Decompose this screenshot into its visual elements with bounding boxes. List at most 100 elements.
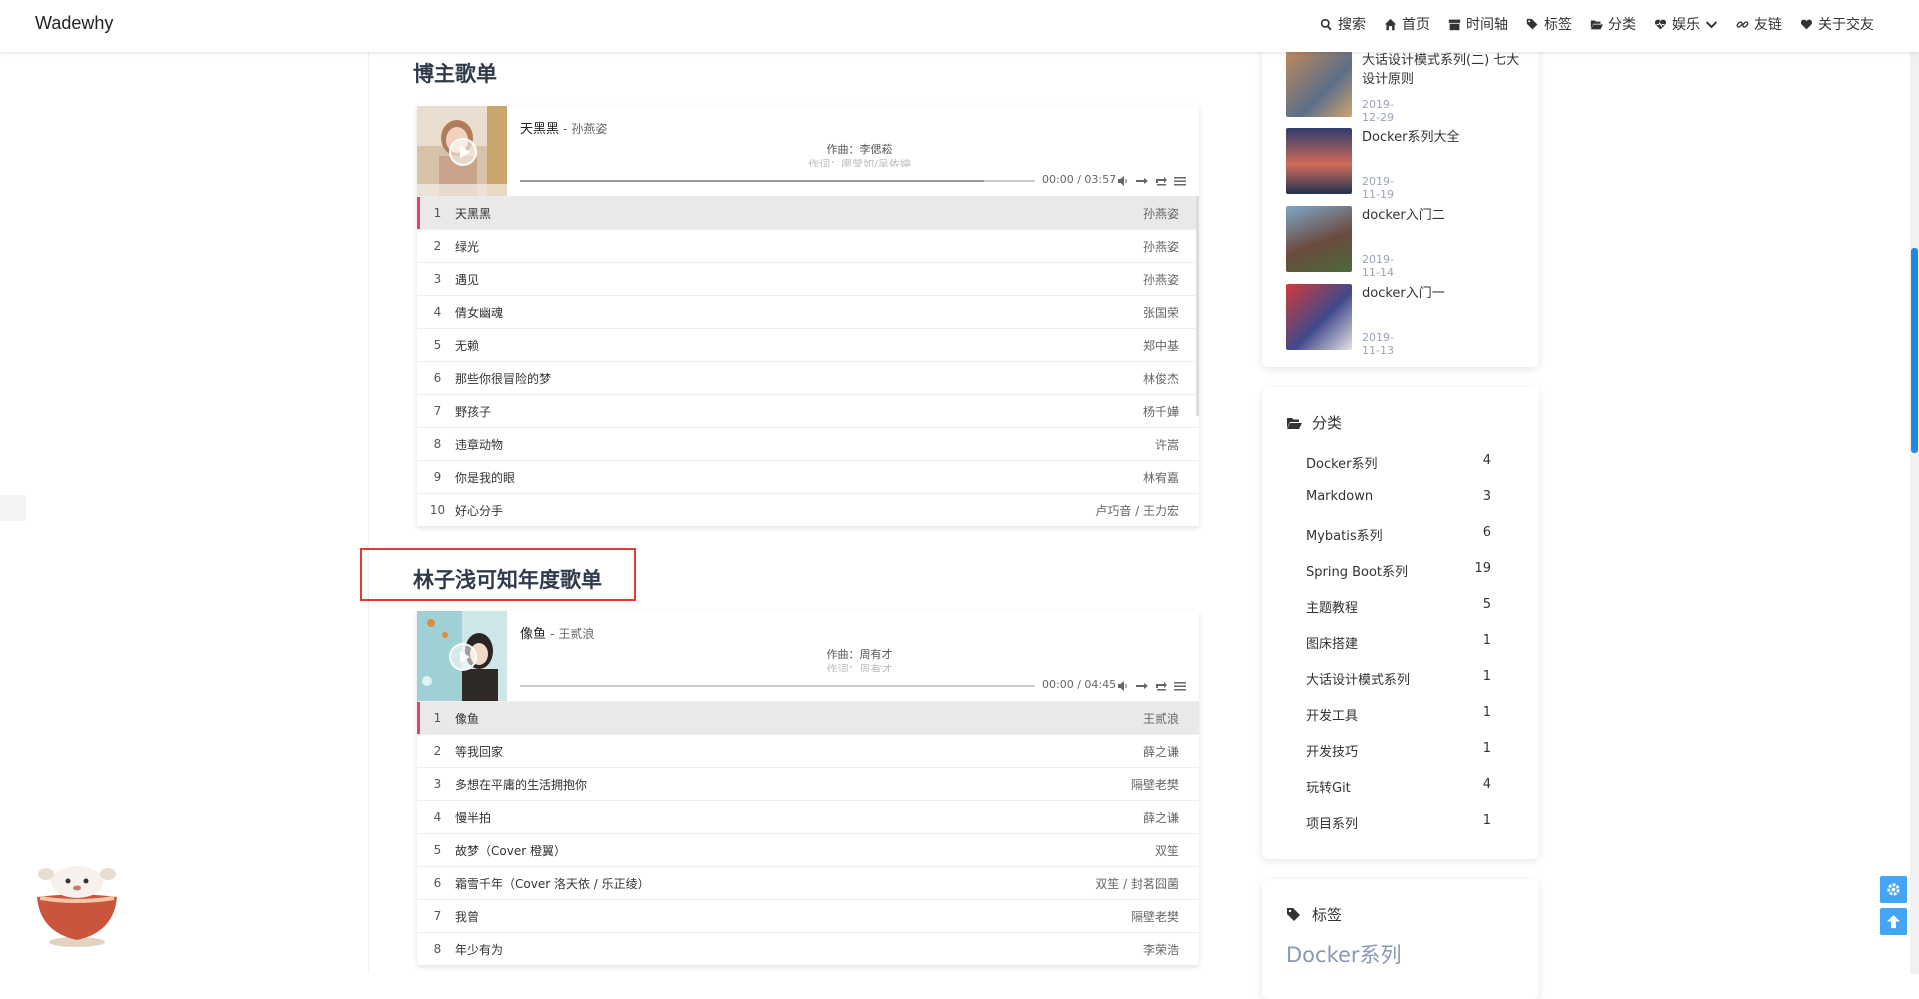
arrow-right-icon	[1136, 683, 1148, 689]
nav-entertainment[interactable]: 娱乐	[1654, 14, 1718, 34]
post-title[interactable]: docker入门二	[1362, 206, 1527, 225]
category-item[interactable]: 玩转Git 4	[1306, 777, 1491, 796]
post-thumbnail	[1286, 284, 1352, 350]
category-item[interactable]: 大话设计模式系列 1	[1306, 669, 1491, 688]
playlist-scrollbar[interactable]	[1196, 196, 1199, 416]
time-display: 00:00 / 04:45	[1042, 678, 1117, 691]
nav-search[interactable]: 搜索	[1320, 14, 1366, 34]
playlist-row[interactable]: 1 天黑黑 孙燕姿	[417, 196, 1199, 229]
scrollbar-thumb[interactable]	[1911, 248, 1918, 453]
track-artist: 薛之谦	[1142, 810, 1179, 825]
nav-home-label: 首页	[1402, 17, 1430, 33]
progress-bar[interactable]	[520, 180, 1035, 182]
song-title: 天黑黑	[520, 122, 560, 137]
nav-categories[interactable]: 分类	[1590, 14, 1636, 34]
track-title: 野孩子	[455, 404, 492, 419]
category-item[interactable]: Markdown 3	[1306, 489, 1491, 504]
category-item[interactable]: 图床搭建 1	[1306, 633, 1491, 652]
track-title: 等我回家	[455, 744, 504, 759]
category-item[interactable]: Spring Boot系列 19	[1306, 561, 1491, 580]
playlist-row[interactable]: 2 绿光 孙燕姿	[417, 229, 1199, 262]
nav-tags[interactable]: 标签	[1526, 14, 1572, 34]
nav-menu: 搜索 首页 时间轴 标签 分类 娱乐 友链 关于交友	[1320, 14, 1874, 34]
category-count: 4	[1482, 453, 1491, 468]
category-item[interactable]: Mybatis系列 6	[1306, 525, 1491, 544]
track-artist: 郑中基	[1142, 338, 1179, 353]
category-name: Markdown	[1306, 489, 1374, 504]
live2d-mascot[interactable]	[32, 852, 122, 950]
album-cover[interactable]	[417, 106, 507, 196]
playlist-row[interactable]: 8 违章动物 许嵩	[417, 427, 1199, 460]
nav-timeline[interactable]: 时间轴	[1448, 14, 1508, 34]
playlist-row[interactable]: 7 野孩子 杨千嬅	[417, 394, 1199, 427]
category-count: 1	[1482, 669, 1491, 684]
back-to-top-button[interactable]	[1880, 908, 1907, 935]
category-count: 1	[1482, 813, 1491, 828]
playlist-row[interactable]: 9 你是我的眼 林宥嘉	[417, 460, 1199, 493]
track-number: 5	[433, 843, 442, 857]
playlist-row[interactable]: 3 遇见 孙燕姿	[417, 262, 1199, 295]
categories-card: 分类 Docker系列 4 Markdown 3 Mybatis系列 6 Spring Bo…	[1262, 387, 1539, 859]
settings-button[interactable]	[1880, 876, 1907, 903]
volume-button[interactable]	[1117, 172, 1129, 186]
tag-docker-series[interactable]: Docker系列	[1286, 939, 1402, 969]
playlist-button[interactable]	[1174, 172, 1186, 186]
song-artist: 孙燕姿	[571, 122, 608, 136]
post-thumbnail	[1286, 128, 1352, 194]
playlist-row[interactable]: 10 好心分手 卢巧音 / 王力宏	[417, 493, 1199, 526]
track-number: 4	[433, 305, 442, 319]
nav-about[interactable]: 关于交友	[1800, 14, 1874, 34]
post-title[interactable]: docker入门一	[1362, 284, 1527, 303]
category-count: 4	[1482, 777, 1491, 792]
site-brand[interactable]: Wadewhy	[35, 13, 113, 34]
playlist-button[interactable]	[1174, 677, 1186, 691]
loop-button[interactable]	[1155, 172, 1167, 186]
order-button[interactable]	[1136, 677, 1148, 689]
category-count: 6	[1482, 525, 1491, 540]
track-number: 2	[433, 239, 442, 253]
playlist-row[interactable]: 7 我曾 隔壁老樊	[417, 899, 1199, 932]
category-item[interactable]: 开发工具 1	[1306, 705, 1491, 724]
track-number: 6	[433, 876, 442, 890]
category-item[interactable]: Docker系列 4	[1306, 453, 1491, 472]
play-button[interactable]	[449, 643, 477, 671]
playlist-row[interactable]: 3 多想在平庸的生活拥抱你 隔壁老樊	[417, 767, 1199, 800]
page-scrollbar[interactable]	[1910, 0, 1919, 974]
category-item[interactable]: 项目系列 1	[1306, 813, 1491, 832]
now-playing: 天黑黑 - 孙燕姿	[520, 122, 608, 137]
volume-icon	[1118, 681, 1127, 691]
category-item[interactable]: 开发技巧 1	[1306, 741, 1491, 760]
nav-friends[interactable]: 友链	[1736, 14, 1782, 34]
playlist-row[interactable]: 8 年少有为 李荣浩	[417, 932, 1199, 965]
playlist-row[interactable]: 4 慢半拍 薛之谦	[417, 800, 1199, 833]
content-left-border	[368, 0, 369, 974]
post-title[interactable]: Docker系列大全	[1362, 128, 1527, 147]
order-button[interactable]	[1136, 172, 1148, 184]
side-toggle-tab[interactable]	[0, 495, 26, 521]
progress-bar[interactable]	[520, 685, 1035, 687]
track-number: 8	[433, 942, 442, 956]
list-icon	[1174, 177, 1186, 186]
arrow-right-icon	[1136, 178, 1148, 184]
playlist-row[interactable]: 4 倩女幽魂 张国荣	[417, 295, 1199, 328]
time-display: 00:00 / 03:57	[1042, 173, 1117, 186]
album-cover[interactable]	[417, 611, 507, 701]
playlist-row[interactable]: 2 等我回家 薛之谦	[417, 734, 1199, 767]
nav-friends-label: 友链	[1754, 17, 1782, 33]
track-number: 2	[433, 744, 442, 758]
play-button[interactable]	[449, 138, 477, 166]
track-artist: 薛之谦	[1142, 744, 1179, 759]
category-name: 项目系列	[1306, 817, 1359, 832]
post-title[interactable]: 大话设计模式系列(二) 七大设计原则	[1362, 51, 1527, 89]
playlist-row[interactable]: 6 霜雪千年（Cover 洛天依 / 乐正绫） 双笙 / 封茗囧菌	[417, 866, 1199, 899]
loop-button[interactable]	[1155, 677, 1167, 691]
playlist-row[interactable]: 5 无赖 郑中基	[417, 328, 1199, 361]
track-artist: 卢巧音 / 王力宏	[1095, 503, 1179, 518]
playlist-row[interactable]: 6 那些你很冒险的梦 林俊杰	[417, 361, 1199, 394]
track-title: 像鱼	[455, 711, 480, 726]
volume-button[interactable]	[1117, 677, 1129, 691]
playlist-row[interactable]: 1 像鱼 王贰浪	[417, 701, 1199, 734]
nav-home[interactable]: 首页	[1384, 14, 1430, 34]
category-item[interactable]: 主题教程 5	[1306, 597, 1491, 616]
playlist-row[interactable]: 5 故梦（Cover 橙翼） 双笙	[417, 833, 1199, 866]
